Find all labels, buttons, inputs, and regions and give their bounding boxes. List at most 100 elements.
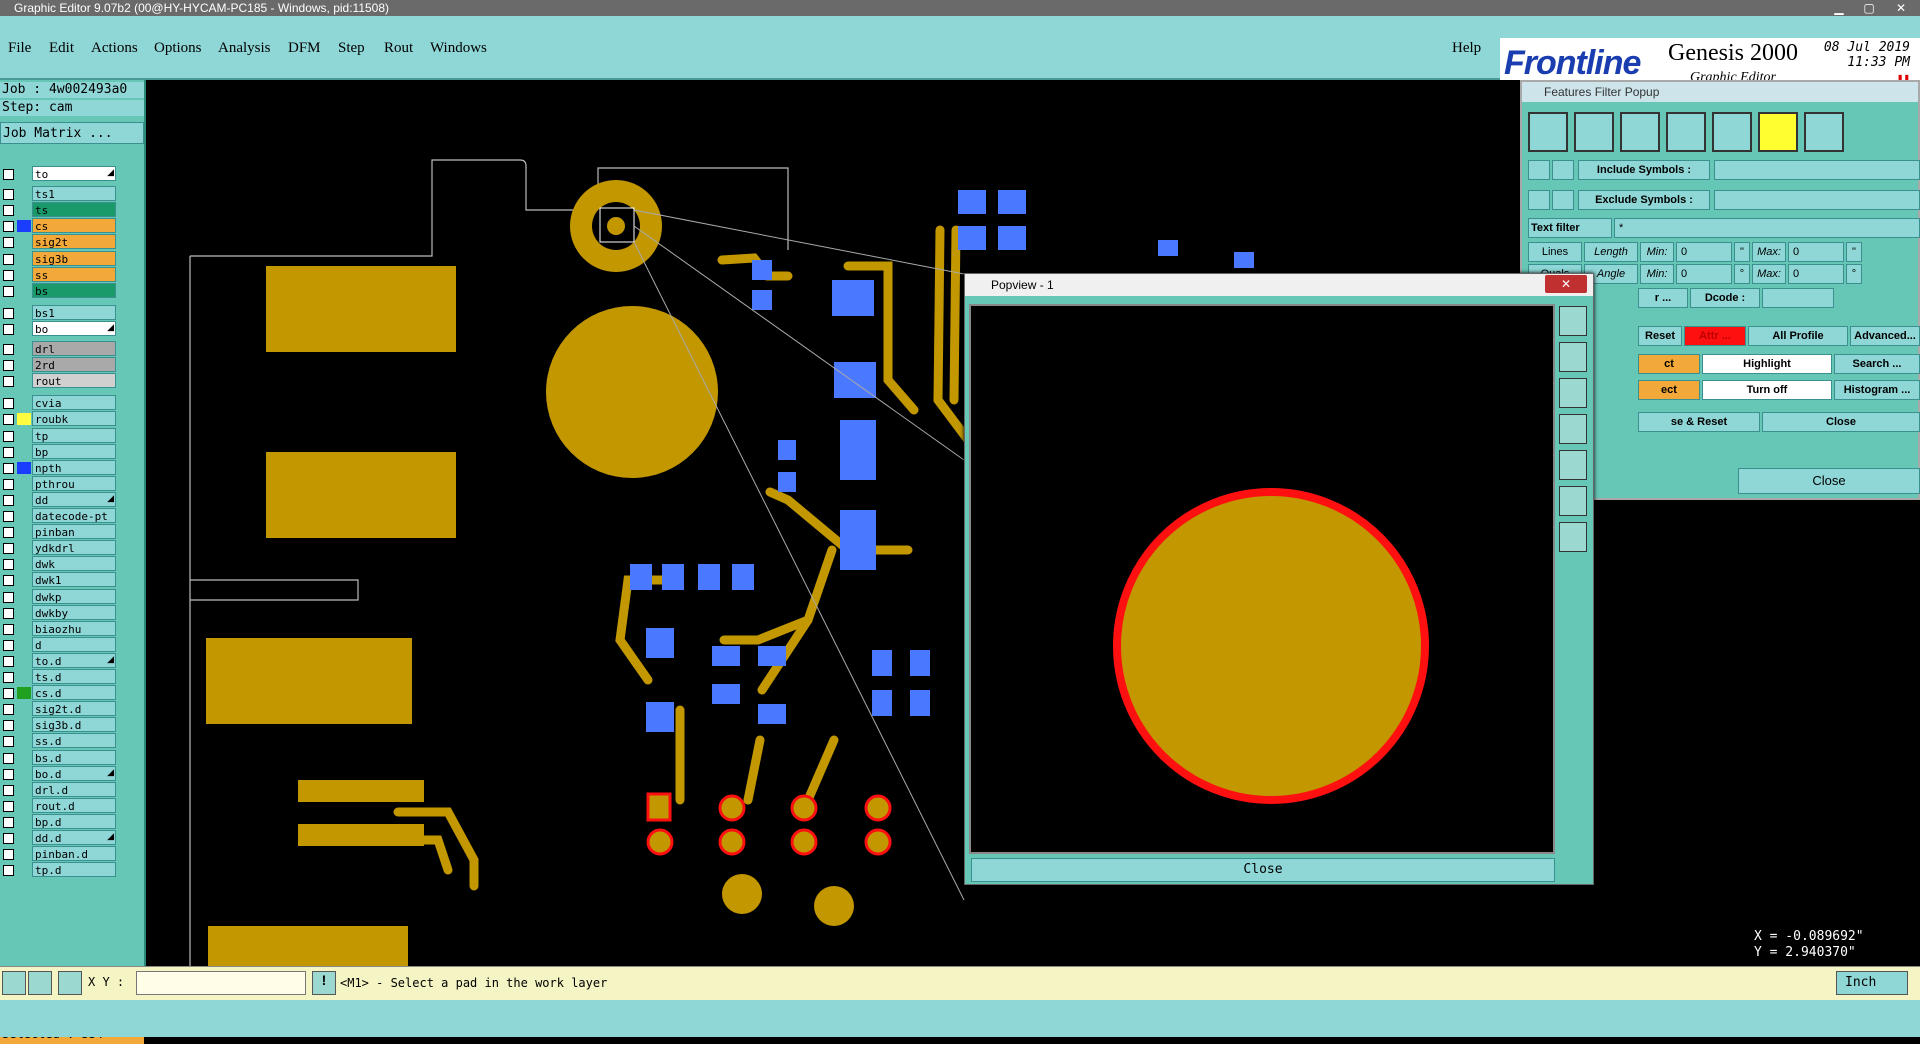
layer-checkbox[interactable] — [3, 543, 14, 555]
layer-name[interactable]: bs1 — [32, 304, 116, 320]
layer-name[interactable]: biaozhu — [32, 620, 116, 636]
exclude-pick-icon[interactable] — [1552, 190, 1574, 210]
layer-checkbox[interactable] — [3, 623, 14, 635]
menu-analysis[interactable]: Analysis — [218, 40, 271, 57]
layer-row[interactable]: sig2t — [0, 234, 118, 250]
text-tool-icon[interactable] — [1712, 112, 1752, 152]
layer-row[interactable]: tp — [0, 427, 118, 443]
layer-name[interactable]: bp.d — [32, 813, 116, 829]
select-button[interactable]: ct — [1638, 354, 1700, 374]
layer-checkbox[interactable] — [3, 189, 14, 201]
popview-pan-left-icon[interactable] — [1559, 414, 1587, 444]
layer-name[interactable]: pinban — [32, 524, 116, 540]
layer-name[interactable]: pinban.d — [32, 846, 116, 862]
dcode-input[interactable] — [1762, 288, 1834, 308]
layer-row[interactable]: cs — [0, 218, 118, 234]
layer-row[interactable]: pinban.d — [0, 846, 118, 862]
layer-row[interactable]: pinban — [0, 524, 118, 540]
histogram-button[interactable]: Histogram ... — [1834, 380, 1920, 400]
layer-name[interactable]: bo.d — [32, 765, 116, 781]
layer-checkbox[interactable] — [3, 253, 14, 265]
layer-row[interactable]: sig3b — [0, 250, 118, 266]
layer-checkbox[interactable] — [3, 849, 14, 861]
layer-row[interactable]: npth — [0, 459, 118, 475]
layer-checkbox[interactable] — [3, 752, 14, 764]
layer-name[interactable]: dwkp — [32, 588, 116, 604]
layer-name[interactable]: bp — [32, 443, 116, 459]
layer-name[interactable]: sig2t — [32, 234, 116, 250]
layer-row[interactable]: dwkby — [0, 604, 118, 620]
layer-row[interactable]: to ◢ — [0, 166, 118, 181]
layer-row[interactable]: dwkp — [0, 588, 118, 604]
layer-name[interactable]: sig3b — [32, 250, 116, 266]
layer-checkbox[interactable] — [3, 768, 14, 780]
layer-checkbox[interactable] — [3, 376, 14, 388]
pad-tool-icon[interactable] — [1574, 112, 1614, 152]
layer-row[interactable]: cvia — [0, 395, 118, 411]
snap-icon[interactable] — [2, 971, 26, 995]
layer-name[interactable]: sig2t.d — [32, 701, 116, 717]
advanced-button[interactable]: Advanced... — [1850, 326, 1920, 346]
popview-center-icon[interactable] — [1559, 522, 1587, 552]
layer-name[interactable]: to.d — [32, 652, 116, 668]
layer-row[interactable]: rout.d — [0, 797, 118, 813]
layer-row[interactable]: biaozhu — [0, 620, 118, 636]
filter-close-button[interactable]: Close — [1762, 412, 1920, 432]
layer-checkbox[interactable] — [3, 511, 14, 522]
menu-dfm[interactable]: DFM — [288, 40, 321, 57]
layer-dropdown-icon[interactable]: ◢ — [107, 322, 114, 333]
layer-name[interactable]: tp — [32, 427, 116, 443]
layer-name[interactable]: sig3b.d — [32, 717, 116, 733]
layer-checkbox[interactable] — [3, 559, 14, 571]
layer-row[interactable]: dd ◢ — [0, 491, 118, 507]
layer-checkbox[interactable] — [3, 784, 14, 796]
layer-row[interactable]: dd.d ◢ — [0, 830, 118, 845]
layer-row[interactable]: bs1 — [0, 304, 118, 320]
include-symbols-input[interactable] — [1714, 160, 1920, 180]
layer-dropdown-icon[interactable]: ◢ — [107, 831, 114, 842]
layer-checkbox[interactable] — [3, 221, 14, 233]
popview-close-button[interactable]: Close — [971, 858, 1555, 882]
layer-row[interactable]: dwk — [0, 556, 118, 572]
layer-row[interactable]: sig2t.d — [0, 701, 118, 717]
layer-name[interactable]: ts — [32, 202, 116, 218]
layer-row[interactable]: dwk1 — [0, 572, 118, 588]
layer-row[interactable]: rout — [0, 373, 118, 389]
layer-checkbox[interactable] — [3, 607, 14, 619]
minimize-icon[interactable]: ▁ — [1826, 0, 1852, 15]
menu-file[interactable]: File — [8, 40, 31, 57]
attr-button[interactable]: Attr ... — [1684, 326, 1746, 346]
exclude-select-icon[interactable] — [1528, 190, 1550, 210]
layer-checkbox[interactable] — [3, 462, 14, 474]
layer-name[interactable]: 2rd — [32, 357, 116, 373]
unselect-button[interactable]: ect — [1638, 380, 1700, 400]
layer-row[interactable]: drl — [0, 341, 118, 356]
layer-dropdown-icon[interactable]: ◢ — [107, 767, 114, 778]
layer-row[interactable]: bp.d — [0, 813, 118, 829]
layer-checkbox[interactable] — [3, 237, 14, 249]
menu-step[interactable]: Step — [338, 40, 365, 57]
layer-row[interactable]: ydkdrl — [0, 540, 118, 556]
layer-name[interactable]: dwk1 — [32, 572, 116, 588]
close-reset-button[interactable]: se & Reset — [1638, 412, 1760, 432]
length-max-input[interactable]: 0 — [1788, 242, 1844, 262]
layer-name[interactable]: ss — [32, 266, 116, 282]
layer-row[interactable]: ts1 — [0, 186, 118, 202]
include-select-icon[interactable] — [1528, 160, 1550, 180]
layer-name[interactable]: ss.d — [32, 733, 116, 749]
layer-name[interactable]: drl — [32, 341, 116, 356]
layer-name[interactable]: rout.d — [32, 797, 116, 813]
layer-name[interactable]: roubk — [32, 411, 116, 427]
layer-checkbox[interactable] — [3, 494, 14, 506]
popview-zoom-out-icon[interactable] — [1559, 378, 1587, 408]
layer-row[interactable]: ss — [0, 266, 118, 282]
layer-checkbox[interactable] — [3, 478, 14, 490]
layer-checkbox[interactable] — [3, 865, 14, 877]
negative-polarity-icon[interactable] — [1804, 112, 1844, 152]
layer-row[interactable]: pthrou — [0, 475, 118, 491]
reset-button[interactable]: Reset — [1638, 326, 1682, 346]
layer-checkbox[interactable] — [3, 269, 14, 281]
layer-name[interactable]: d — [32, 636, 116, 652]
layer-name[interactable]: bs.d — [32, 749, 116, 765]
layer-checkbox[interactable] — [3, 672, 14, 683]
